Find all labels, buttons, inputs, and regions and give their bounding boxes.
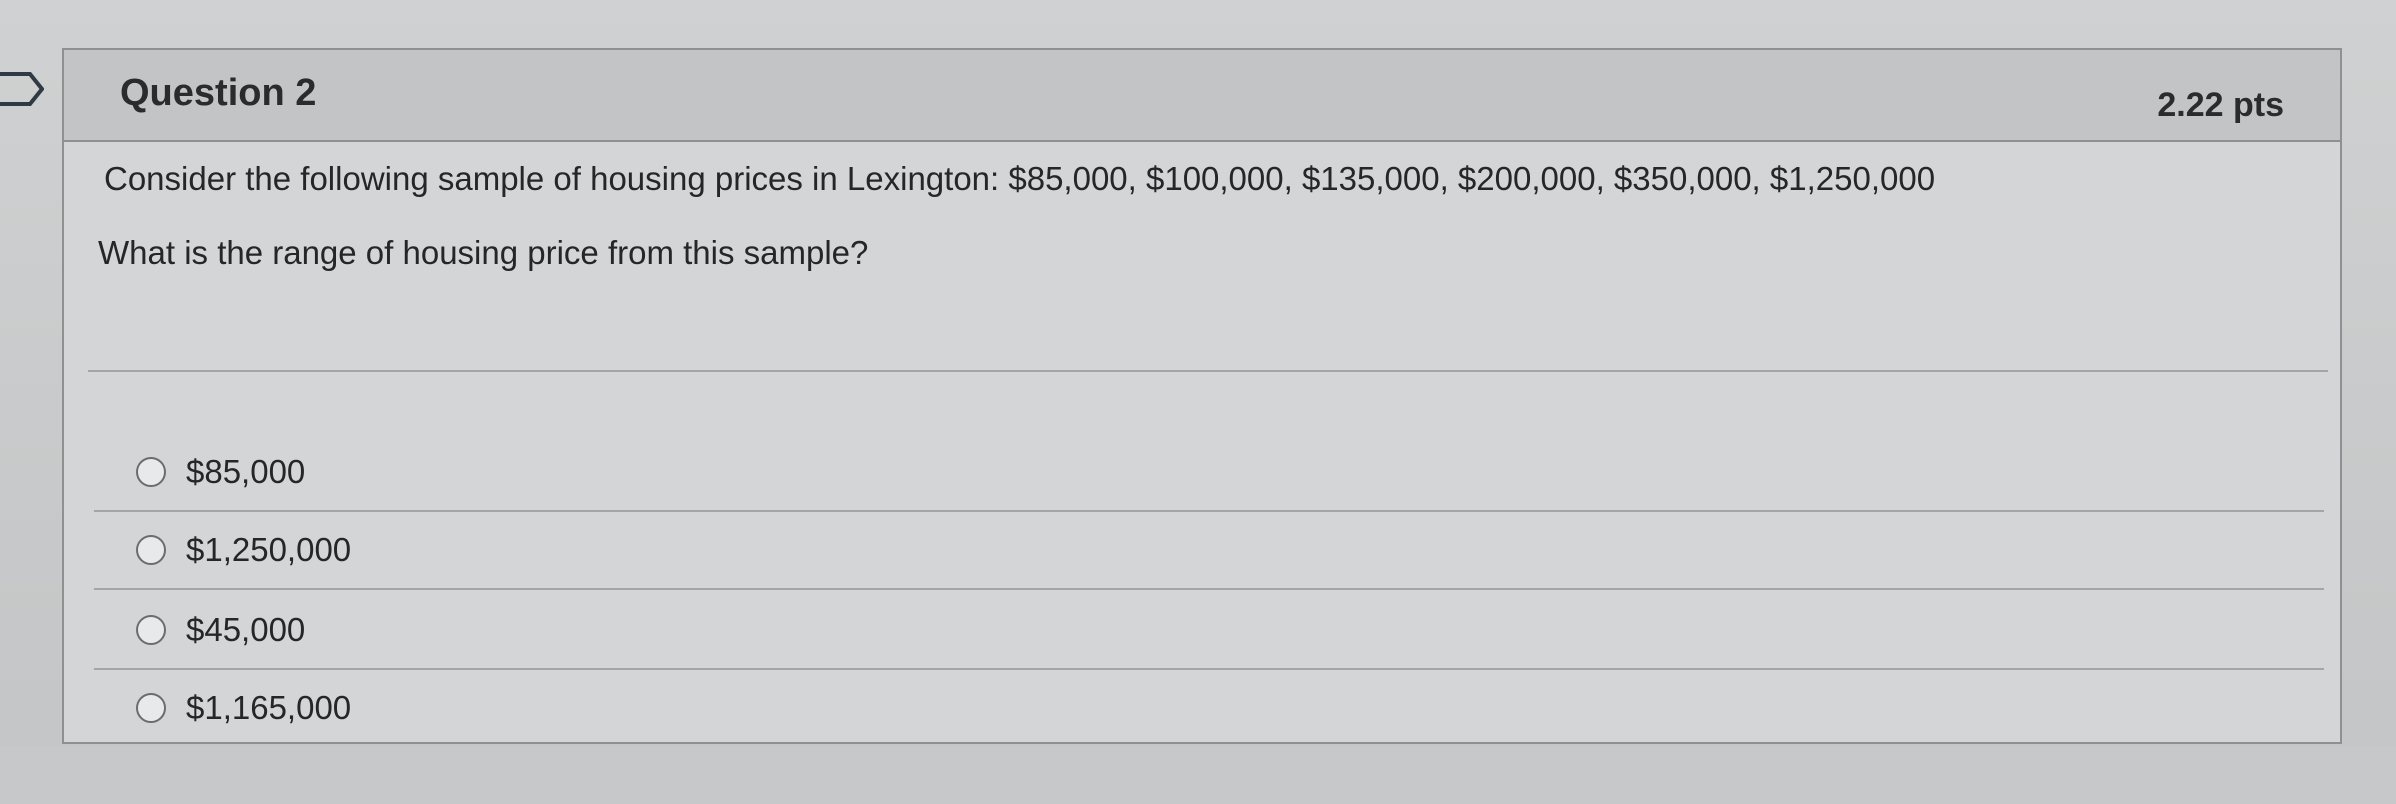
answer-label-2: $1,250,000 — [186, 531, 352, 568]
answer-label-4: $1,165,000 — [186, 689, 352, 726]
question-card: Question 2 2.22 pts Consider the followi… — [62, 48, 2342, 748]
radio-button-icon[interactable] — [136, 693, 166, 723]
answer-label-3: $45,000 — [186, 611, 306, 648]
radio-button-icon[interactable] — [136, 615, 166, 645]
quiz-page: Question 2 2.22 pts Consider the followi… — [0, 0, 2396, 804]
answer-option-4[interactable]: $1,165,000 — [94, 670, 2324, 748]
question-points: 2.22 pts — [2157, 86, 2284, 124]
answer-label-1: $85,000 — [186, 453, 306, 490]
question-title: Question 2 — [120, 72, 317, 114]
radio-button-icon[interactable] — [136, 535, 166, 565]
answers-divider — [88, 370, 2328, 372]
radio-button-icon[interactable] — [136, 457, 166, 487]
answer-option-1[interactable]: $85,000 — [94, 434, 2324, 512]
question-prompt: Consider the following sample of housing… — [104, 160, 1936, 197]
answer-option-2[interactable]: $1,250,000 — [94, 512, 2324, 590]
question-text: What is the range of housing price from … — [98, 234, 869, 271]
bookmark-flag-icon[interactable] — [0, 72, 44, 106]
answer-option-3[interactable]: $45,000 — [94, 592, 2324, 670]
question-header: Question 2 2.22 pts — [64, 50, 2340, 142]
page-bottom-area — [0, 746, 2396, 804]
